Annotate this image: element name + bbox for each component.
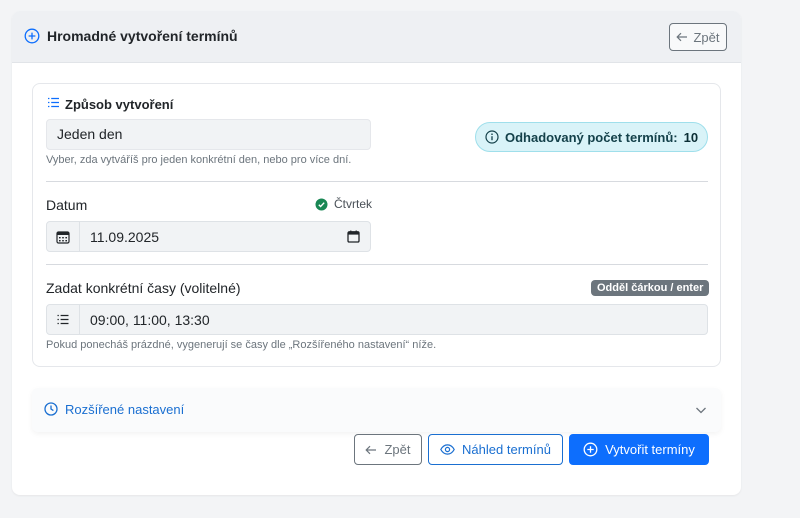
calendar-addon xyxy=(47,222,80,251)
times-help: Pokud ponecháš prázdné, vygenerují se ča… xyxy=(46,339,437,351)
back-button[interactable]: Zpět xyxy=(354,434,422,465)
date-field[interactable]: 11.09.2025 xyxy=(80,222,370,251)
day-indicator: Čtvrtek xyxy=(315,197,372,211)
arrow-left-icon xyxy=(365,445,377,455)
plus-circle-icon xyxy=(583,442,598,457)
create-button[interactable]: Vytvořit termíny xyxy=(569,434,709,465)
method-title: Způsob vytvoření xyxy=(65,97,174,112)
check-circle-icon xyxy=(315,198,328,211)
calendar-icon xyxy=(56,230,70,244)
times-addon xyxy=(47,305,80,334)
preview-button-label: Náhled termínů xyxy=(462,442,551,457)
estimate-badge: Odhadovaný počet termínů: 10 xyxy=(475,122,708,152)
preview-button[interactable]: Náhled termínů xyxy=(428,434,563,465)
info-circle-icon xyxy=(485,130,499,144)
list-icon xyxy=(57,314,69,325)
divider xyxy=(46,181,708,182)
list-icon xyxy=(47,96,60,109)
times-label: Zadat konkrétní časy (volitelné) xyxy=(46,280,241,296)
plus-circle-icon xyxy=(24,28,40,44)
back-button-label: Zpět xyxy=(693,29,720,45)
method-select[interactable]: Jeden den xyxy=(46,119,371,150)
separator-hint-badge: Odděl čárkou / enter xyxy=(591,280,710,296)
form-section: Způsob vytvoření Jeden den Vyber, zda vy… xyxy=(32,83,721,367)
back-button-top[interactable]: Zpět xyxy=(669,23,727,51)
times-field[interactable]: 09:00, 11:00, 13:30 xyxy=(80,305,707,334)
estimate-label: Odhadovaný počet termínů: xyxy=(505,129,678,145)
method-help: Vyber, zda vytváříš pro jeden konkrétní … xyxy=(46,154,352,166)
day-name: Čtvrtek xyxy=(334,197,373,211)
eye-icon xyxy=(440,444,455,455)
date-picker-icon[interactable] xyxy=(347,230,360,243)
advanced-settings-toggle[interactable]: Rozšířené nastavení xyxy=(32,388,721,432)
create-button-label: Vytvořit termíny xyxy=(605,442,695,457)
chevron-down-icon xyxy=(694,403,708,417)
divider xyxy=(46,264,708,265)
times-input-group: 09:00, 11:00, 13:30 xyxy=(46,304,708,335)
page-title: Hromadné vytvoření termínů xyxy=(47,28,238,44)
arrow-left-icon xyxy=(676,32,688,42)
date-input-group: 11.09.2025 xyxy=(46,221,371,252)
back-button-label: Zpět xyxy=(384,442,411,457)
card-header: Hromadné vytvoření termínů Zpět xyxy=(12,11,741,63)
advanced-settings-label: Rozšířené nastavení xyxy=(65,402,185,417)
date-value: 11.09.2025 xyxy=(90,228,160,245)
estimate-value: 10 xyxy=(683,129,699,145)
date-label: Datum xyxy=(46,197,88,213)
clock-icon xyxy=(44,402,58,416)
